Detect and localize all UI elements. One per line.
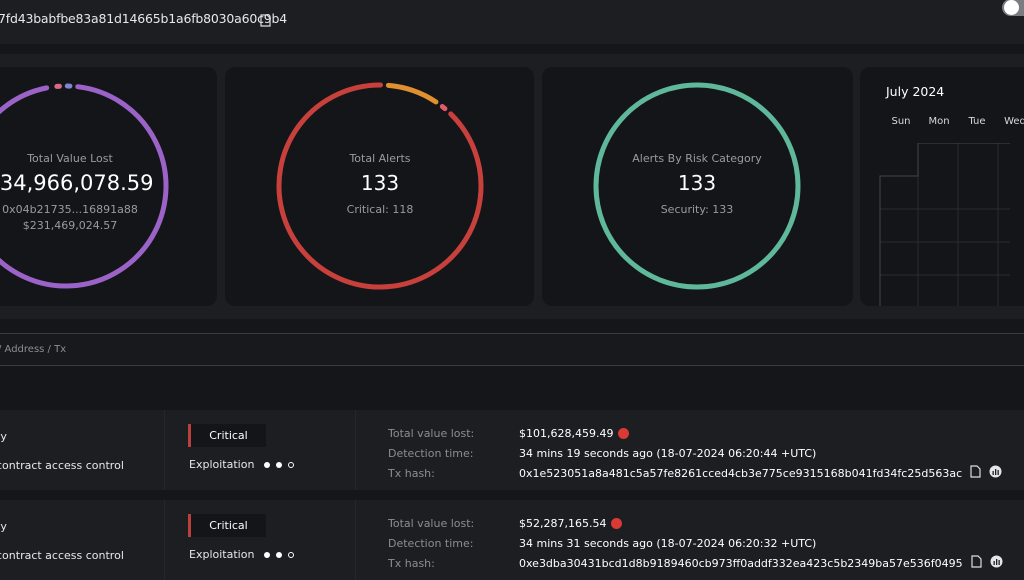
copy-icon[interactable]: [970, 465, 981, 481]
top-bar: 7fd43babfbe83a81d14665b1a6fb8030a60c9b4: [0, 0, 1024, 44]
value-lost-key: Total value lost:: [388, 517, 519, 530]
explorer-icon[interactable]: [990, 555, 1003, 571]
stage-dot-filled: [264, 552, 270, 558]
contract-address: 7fd43babfbe83a81d14665b1a6fb8030a60c9b4: [0, 11, 287, 26]
value-lost-address[interactable]: 0x04b21735...16891a88: [0, 202, 190, 218]
search-placeholder: / Address / Tx: [0, 344, 66, 355]
risk-category-count: 133: [577, 171, 817, 195]
value-lost-label: Total Value Lost: [0, 152, 190, 165]
total-alerts-label: Total Alerts: [260, 152, 500, 165]
stage-dot-filled: [264, 462, 270, 468]
severity-badge: Critical: [188, 424, 266, 447]
detection-time-key: Detection time:: [388, 537, 519, 550]
weekday-wed: Wed: [996, 116, 1024, 127]
stage-label: Exploitation: [189, 548, 254, 561]
tx-hash-key: Tx hash:: [388, 467, 519, 480]
weekday-sun: Sun: [882, 116, 920, 127]
donut-segment-medium: [442, 107, 445, 109]
security-count: Security: 133: [577, 202, 817, 218]
stage-dot-empty: [288, 462, 294, 468]
alert-category: ty: [0, 430, 7, 443]
value-lost-value: $101,628,459.49: [519, 427, 613, 440]
explorer-icon[interactable]: [989, 465, 1002, 481]
alert-title: contract access control: [0, 459, 124, 472]
weekday-tue: Tue: [958, 116, 996, 127]
alert-details: Total value lost:$52,287,165.54 Detectio…: [388, 513, 1003, 573]
risk-category-card: Alerts By Risk Category 133 Security: 13…: [542, 67, 853, 306]
alert-indicator-icon: [618, 428, 629, 439]
theme-toggle[interactable]: [1002, 0, 1024, 16]
stage-dot-filled: [276, 462, 282, 468]
alert-indicator-icon: [611, 518, 622, 529]
donut-segment-high: [388, 85, 436, 102]
stage-label: Exploitation: [189, 458, 254, 471]
stage-dot-filled: [276, 552, 282, 558]
detection-time-value: 34 mins 19 seconds ago (18-07-2024 06:20…: [519, 447, 816, 460]
alert-row[interactable]: ty contract access control Critical Expl…: [0, 500, 1024, 580]
toggle-knob: [1004, 0, 1019, 15]
calendar-grid[interactable]: [860, 143, 1010, 306]
alert-title: contract access control: [0, 549, 124, 562]
calendar-weekdays: Sun Mon Tue Wed: [882, 116, 1024, 127]
stage-dot-empty: [288, 552, 294, 558]
total-alerts-count: 133: [260, 171, 500, 195]
copy-icon[interactable]: [971, 555, 982, 571]
copy-icon[interactable]: [260, 12, 271, 31]
critical-count: Critical: 118: [260, 202, 500, 218]
calendar-card: July 2024 Sun Mon Tue Wed: [860, 67, 1024, 306]
tx-hash-value[interactable]: 0x1e523051a8a481c5a57fe8261cced4cb3e775c…: [519, 467, 962, 480]
alert-category: ty: [0, 520, 7, 533]
detection-time-key: Detection time:: [388, 447, 519, 460]
value-lost-key: Total value lost:: [388, 427, 519, 440]
attack-stage: Exploitation: [189, 548, 294, 561]
value-lost-top-amount: $231,469,024.57: [0, 218, 190, 234]
calendar-month: July 2024: [886, 84, 944, 99]
risk-category-label: Alerts By Risk Category: [577, 152, 817, 165]
alert-details: Total value lost:$101,628,459.49 Detecti…: [388, 423, 1002, 483]
value-lost-card: Total Value Lost 234,966,078.59 0x04b217…: [0, 67, 217, 306]
tx-hash-key: Tx hash:: [388, 557, 519, 570]
attack-stage: Exploitation: [189, 458, 294, 471]
value-lost-amount: 234,966,078.59: [0, 171, 190, 195]
total-alerts-card: Total Alerts 133 Critical: 118: [225, 67, 534, 306]
tx-hash-value[interactable]: 0xe3dba30431bcd1d8b9189460cb973ff0addf33…: [519, 557, 963, 570]
weekday-mon: Mon: [920, 116, 958, 127]
severity-badge: Critical: [188, 514, 266, 537]
search-bar[interactable]: / Address / Tx: [0, 333, 1024, 366]
detection-time-value: 34 mins 31 seconds ago (18-07-2024 06:20…: [519, 537, 816, 550]
alert-row[interactable]: ty contract access control Critical Expl…: [0, 410, 1024, 490]
value-lost-value: $52,287,165.54: [519, 517, 606, 530]
